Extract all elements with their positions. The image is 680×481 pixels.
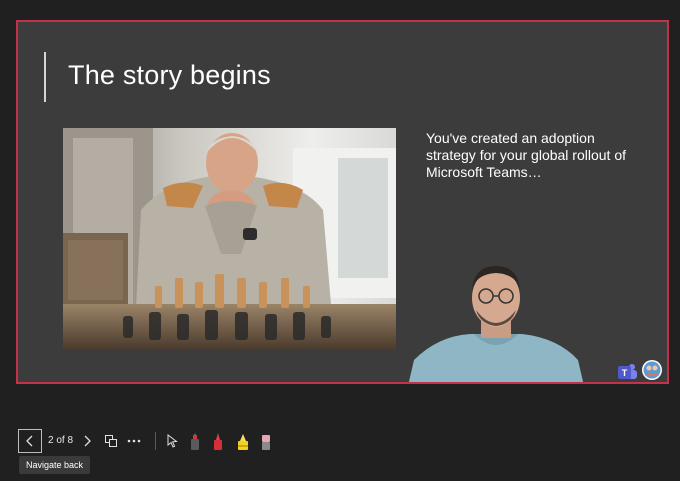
slide-counter: 2 of 8 bbox=[48, 435, 74, 446]
presentation-toolbar: 2 of 8 bbox=[0, 424, 680, 460]
eraser-icon bbox=[262, 435, 270, 450]
user-avatar[interactable] bbox=[641, 359, 663, 381]
slide-canvas: The story begins You've created an adopt… bbox=[16, 20, 669, 384]
presenter-webcam bbox=[408, 260, 584, 382]
chevron-right-icon bbox=[84, 435, 91, 447]
slide-body-text: You've created an adoption strategy for … bbox=[426, 130, 626, 180]
red-pen-tool-button[interactable] bbox=[210, 430, 226, 452]
pen-tool-button[interactable] bbox=[187, 430, 203, 452]
navigate-forward-button[interactable] bbox=[80, 434, 94, 448]
chevron-left-icon bbox=[26, 435, 33, 447]
svg-text:T: T bbox=[622, 368, 628, 378]
highlighter-tool-button[interactable] bbox=[234, 430, 252, 452]
navigate-back-button[interactable] bbox=[18, 429, 42, 453]
title-accent-bar bbox=[44, 52, 46, 102]
slide-grid-icon bbox=[105, 435, 117, 447]
slide-overview-button[interactable] bbox=[103, 433, 119, 449]
laser-pointer-button[interactable] bbox=[164, 433, 180, 449]
teams-logo-icon: T bbox=[616, 361, 638, 382]
laser-pointer-icon bbox=[167, 434, 178, 448]
more-options-button[interactable] bbox=[126, 433, 142, 449]
slide-title: The story begins bbox=[68, 60, 271, 90]
toolbar-divider bbox=[155, 432, 156, 450]
pen-icon bbox=[191, 433, 199, 450]
eraser-tool-button[interactable] bbox=[258, 430, 274, 452]
navigate-back-tooltip: Navigate back bbox=[19, 456, 91, 474]
chess-photo bbox=[63, 128, 396, 350]
more-icon bbox=[127, 439, 141, 443]
pen-icon bbox=[214, 433, 222, 450]
highlighter-icon bbox=[238, 434, 248, 450]
